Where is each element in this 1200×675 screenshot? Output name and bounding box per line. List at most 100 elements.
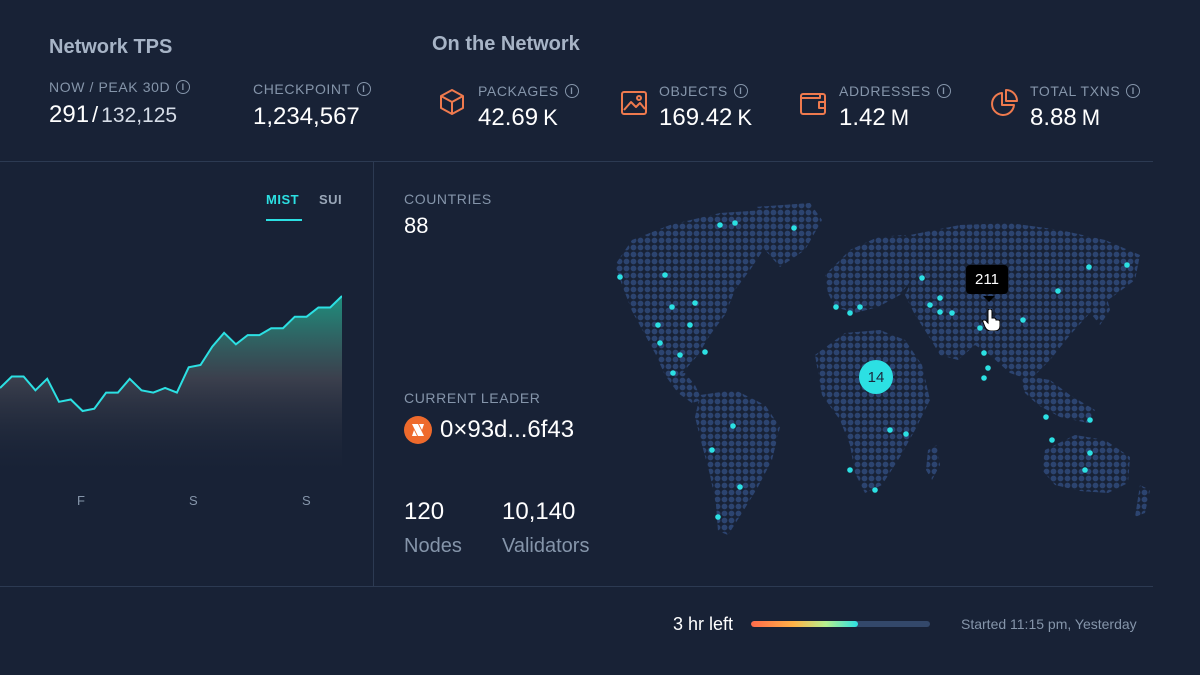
addresses-number: 1.42 (839, 104, 886, 131)
node-dot (937, 309, 943, 315)
node-dot (1086, 264, 1092, 270)
pie-icon (989, 88, 1019, 123)
node-dot (847, 467, 853, 473)
image-icon (619, 88, 649, 123)
nodes-value: 120 (404, 498, 445, 525)
node-dot (1082, 467, 1088, 473)
tps-peak-value: 132,125 (101, 104, 178, 127)
node-dot (1124, 262, 1130, 268)
node-dot (655, 322, 661, 328)
node-dot (791, 225, 797, 231)
epoch-progress-bar (751, 621, 930, 627)
countries-label: COUNTRIES (404, 191, 492, 207)
node-dot (872, 487, 878, 493)
node-dot (715, 514, 721, 520)
packages-label-text: PACKAGES (478, 83, 559, 99)
node-dot (657, 340, 663, 346)
node-dot (717, 222, 723, 228)
total-txns-label-text: TOTAL TXNS (1030, 83, 1121, 99)
node-dot (833, 304, 839, 310)
packages-value: 42.69 K (478, 104, 558, 132)
info-icon[interactable]: i (176, 80, 191, 94)
info-icon[interactable]: i (356, 82, 371, 96)
packages-unit: K (543, 105, 558, 130)
wallet-icon (798, 88, 828, 123)
node-dot (730, 423, 736, 429)
node-dot (937, 295, 943, 301)
packages-label: PACKAGES i (478, 83, 579, 99)
tps-area-chart (0, 295, 342, 480)
epoch-time-left: 3 hr left (673, 614, 734, 634)
world-map[interactable]: 14 (560, 195, 1160, 555)
tooltip-arrow (983, 296, 995, 302)
node-dot (981, 375, 987, 381)
now-peak-label: NOW / PEAK 30D i (49, 79, 191, 95)
node-dot (927, 302, 933, 308)
checkpoint-label-text: CHECKPOINT (253, 81, 351, 97)
leader-address: 0×93d...6f43 (440, 416, 575, 443)
node-dot (662, 272, 668, 278)
checkpoint-value: 1,234,567 (253, 103, 360, 130)
current-leader[interactable]: 0×93d...6f43 (404, 416, 574, 444)
node-dot (847, 310, 853, 316)
objects-label-text: OBJECTS (659, 83, 728, 99)
node-dot (1049, 437, 1055, 443)
node-dot (702, 349, 708, 355)
node-dot (732, 220, 738, 226)
tab-sui[interactable]: SUI (319, 192, 342, 207)
objects-number: 169.42 (659, 104, 733, 131)
node-dot (857, 304, 863, 310)
map-tooltip: 211 (966, 265, 1008, 294)
chart-day-label: S (189, 493, 198, 508)
node-dot (919, 275, 925, 281)
tps-separator: / (92, 102, 99, 127)
epoch-started: Started 11:15 pm, Yesterday (961, 616, 1137, 632)
total-txns-number: 8.88 (1030, 104, 1077, 131)
objects-label: OBJECTS i (659, 83, 748, 99)
node-dot (692, 300, 698, 306)
network-tps-title: Network TPS (49, 36, 173, 58)
node-dot (985, 365, 991, 371)
node-cluster-marker[interactable]: 14 (859, 360, 893, 394)
cluster-count: 14 (868, 369, 885, 386)
validator-logo-icon (404, 416, 432, 444)
chart-day-label: S (302, 493, 311, 508)
total-txns-unit: M (1081, 105, 1101, 130)
addresses-unit: M (890, 105, 910, 130)
info-icon[interactable]: i (564, 84, 579, 98)
chart-day-label: F (77, 493, 85, 508)
countries-value: 88 (404, 213, 429, 238)
node-dot (670, 370, 676, 376)
packages-number: 42.69 (478, 104, 539, 131)
total-txns-value: 8.88 M (1030, 104, 1100, 132)
node-dot (1055, 288, 1061, 294)
on-network-title: On the Network (432, 33, 580, 55)
node-dot (1087, 450, 1093, 456)
node-dot (687, 322, 693, 328)
node-dot (677, 352, 683, 358)
hand-pointer-icon (982, 308, 1001, 336)
node-dot (669, 304, 675, 310)
epoch-progress-fill (751, 621, 859, 627)
objects-unit: K (737, 105, 753, 130)
current-leader-label: CURRENT LEADER (404, 390, 541, 406)
now-peak-label-text: NOW / PEAK 30D (49, 79, 171, 95)
tab-mist[interactable]: MIST (266, 192, 299, 207)
addresses-value: 1.42 M (839, 104, 909, 132)
node-dot (949, 310, 955, 316)
top-divider (0, 161, 1153, 162)
tab-mist-underline (266, 219, 302, 221)
node-dot (1043, 414, 1049, 420)
info-icon[interactable]: i (936, 84, 951, 98)
node-dot (737, 484, 743, 490)
info-icon[interactable]: i (1126, 84, 1141, 98)
nodes-label: Nodes (404, 535, 462, 557)
checkpoint-label: CHECKPOINT i (253, 81, 371, 97)
info-icon[interactable]: i (733, 84, 748, 98)
node-dot (617, 274, 623, 280)
objects-value: 169.42 K (659, 104, 752, 132)
node-dot (709, 447, 715, 453)
node-dot (887, 427, 893, 433)
vertical-divider (373, 161, 374, 586)
node-dot (1020, 317, 1026, 323)
